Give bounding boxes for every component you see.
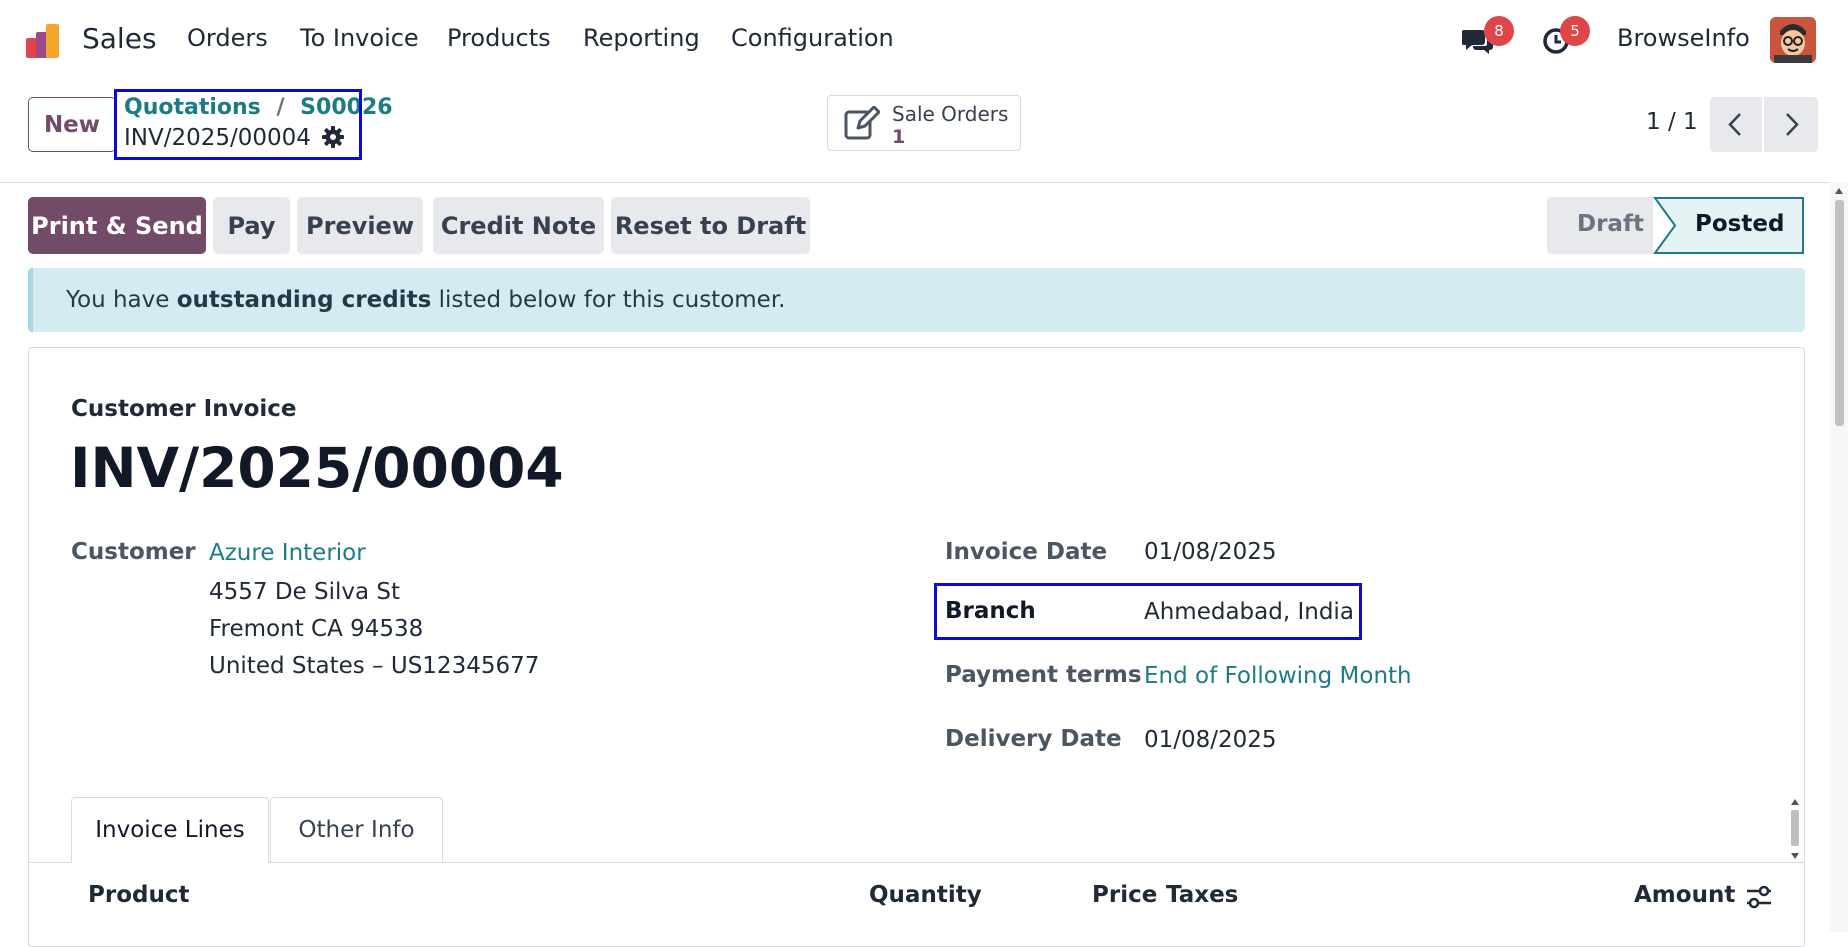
pager-value[interactable]: 1 / 1 (1646, 109, 1698, 135)
column-amount[interactable]: Amount (1634, 882, 1735, 908)
tabs-border-line (28, 862, 1804, 863)
smart-button-count: 1 (892, 126, 906, 148)
tab-invoice-lines-label: Invoice Lines (95, 817, 245, 843)
preview-button[interactable]: Preview (297, 197, 423, 254)
credit-note-button[interactable]: Credit Note (433, 197, 604, 254)
inner-scrollbar[interactable] (1789, 797, 1801, 861)
page-scrollbar-thumb[interactable] (1835, 200, 1844, 426)
payment-terms-label: Payment terms (945, 662, 1142, 688)
app-name[interactable]: Sales (82, 22, 157, 55)
scroll-up-arrow-icon[interactable] (1830, 182, 1848, 202)
invoice-date-field[interactable]: 01/08/2025 (1144, 539, 1277, 565)
address-line-1: 4557 De Silva St (209, 579, 401, 605)
user-avatar[interactable] (1770, 17, 1816, 63)
status-draft[interactable]: Draft (1577, 211, 1644, 237)
document-type: Customer Invoice (71, 396, 297, 422)
alert-bold: outstanding credits (176, 287, 432, 313)
payment-terms-link[interactable]: End of Following Month (1144, 663, 1412, 689)
top-navbar: Sales Orders To Invoice Products Reporti… (0, 0, 1848, 81)
column-settings-icon[interactable] (1745, 884, 1773, 910)
user-name[interactable]: BrowseInfo (1617, 24, 1750, 52)
sale-orders-smart-button[interactable]: Sale Orders 1 (827, 95, 1021, 151)
highlight-breadcrumb (114, 89, 362, 160)
highlight-branch (934, 583, 1362, 640)
menu-configuration[interactable]: Configuration (731, 24, 894, 52)
print-send-button[interactable]: Print & Send (28, 197, 206, 254)
outstanding-credits-alert: You have outstanding credits listed belo… (28, 268, 1805, 332)
app-logo-icon[interactable] (26, 22, 66, 60)
pager-next-button[interactable] (1764, 97, 1818, 152)
customer-link[interactable]: Azure Interior (209, 540, 366, 566)
address-line-3: United States – US12345677 (209, 653, 540, 679)
column-price[interactable]: Price (1092, 882, 1157, 908)
control-panel: New Quotations / S00026 INV/2025/00004 S… (0, 81, 1848, 183)
menu-reporting[interactable]: Reporting (583, 24, 700, 52)
page-scrollbar[interactable] (1830, 182, 1848, 932)
invoice-number: INV/2025/00004 (70, 436, 564, 500)
status-posted[interactable]: Posted (1695, 211, 1784, 237)
edit-document-icon (844, 105, 881, 144)
messages-count-badge: 8 (1484, 16, 1514, 46)
address-line-2: Fremont CA 94538 (209, 616, 424, 642)
alert-prefix: You have (66, 287, 177, 313)
column-quantity[interactable]: Quantity (869, 882, 982, 908)
smart-button-label: Sale Orders (892, 102, 1009, 126)
menu-to-invoice[interactable]: To Invoice (300, 24, 419, 52)
activities-count-badge: 5 (1560, 16, 1590, 46)
invoice-date-label: Invoice Date (945, 539, 1108, 565)
delivery-date-label: Delivery Date (945, 726, 1122, 752)
menu-orders[interactable]: Orders (187, 24, 268, 52)
new-button[interactable]: New (28, 97, 116, 152)
menu-products[interactable]: Products (447, 24, 551, 52)
column-taxes[interactable]: Taxes (1166, 882, 1238, 908)
alert-text: You have outstanding credits listed belo… (66, 287, 785, 313)
alert-suffix: listed below for this customer. (431, 287, 786, 313)
tab-other-info[interactable]: Other Info (270, 797, 443, 862)
tab-other-info-label: Other Info (298, 817, 415, 843)
column-product[interactable]: Product (88, 882, 189, 908)
customer-label: Customer (71, 539, 196, 565)
delivery-date-field[interactable]: 01/08/2025 (1144, 727, 1277, 753)
chevron-right-icon (1786, 113, 1799, 136)
pay-button[interactable]: Pay (213, 197, 290, 254)
pager-prev-button[interactable] (1710, 97, 1762, 152)
tab-invoice-lines[interactable]: Invoice Lines (71, 797, 269, 863)
status-bar: Draft Posted (1547, 197, 1805, 254)
reset-to-draft-button[interactable]: Reset to Draft (611, 197, 810, 254)
chevron-left-icon (1728, 113, 1741, 136)
